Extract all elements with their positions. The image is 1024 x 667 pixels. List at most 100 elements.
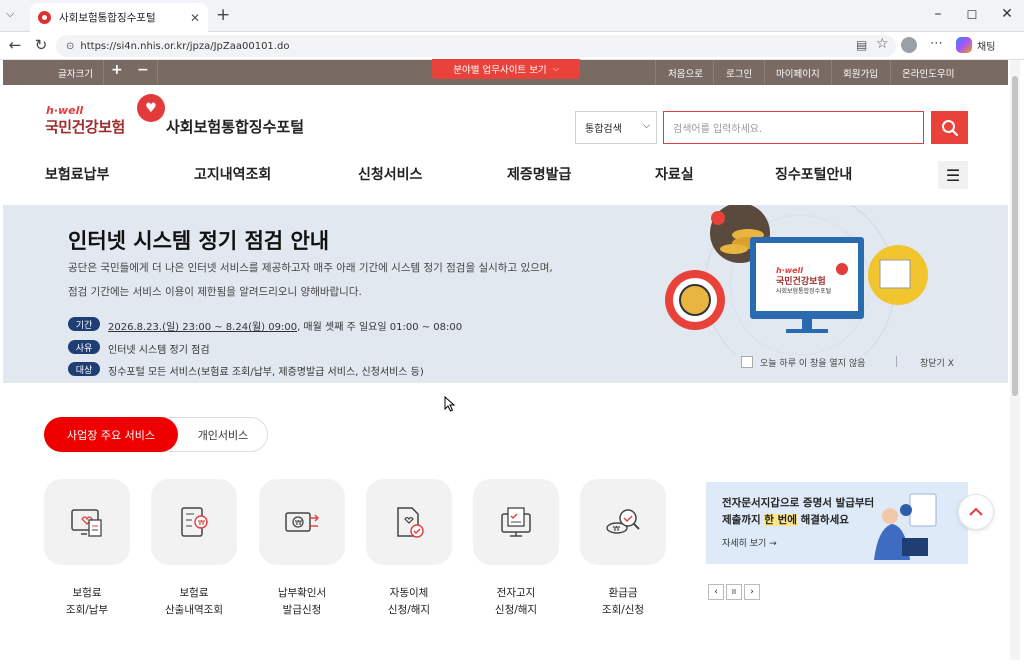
font-increase-button[interactable]: + [111, 62, 123, 78]
tab-list-chevron-icon[interactable]: ⌵ [6, 7, 14, 21]
url-field[interactable]: ⊙ https://si4n.nhis.or.kr/jpza/JpZaa0010… [56, 35, 896, 57]
banner-line2-c: 해결하세요 [796, 514, 849, 526]
util-link-signup[interactable]: 회원가입 [843, 66, 878, 80]
favorite-star-icon[interactable]: ☆ [876, 36, 889, 52]
monitor-document-icon [71, 509, 102, 537]
gnb-certificate[interactable]: 제증명발급 [507, 164, 571, 184]
banner-prev-button[interactable]: ‹ [708, 584, 724, 600]
util-link-login[interactable]: 로그인 [726, 66, 752, 80]
browser-tab[interactable]: 사회보험통합징수포털 ✕ [30, 3, 208, 32]
notice-title: 인터넷 시스템 정기 점검 안내 [68, 229, 330, 253]
chevron-up-icon [969, 507, 983, 516]
close-tab-icon[interactable]: ✕ [190, 11, 200, 25]
hamburger-menu-icon[interactable]: ☰ [938, 161, 968, 189]
gnb-notice-inquiry[interactable]: 고지내역조회 [194, 164, 271, 184]
banner-person-illustration [874, 493, 937, 560]
util-link-help[interactable]: 온라인도우미 [902, 66, 954, 80]
heart-logo-icon: ♥ [137, 94, 165, 122]
search-scope-select[interactable]: 통합검색 ⌵ [575, 111, 657, 144]
font-size-label: 글자크기 [58, 69, 93, 80]
service-label-line2: 조회/납부 [65, 604, 109, 616]
maximize-icon[interactable]: ☐ [962, 8, 982, 22]
chevron-down-icon: ⌵ [552, 64, 559, 73]
banner-line2-a: 제출까지 [722, 514, 765, 526]
gnb-resources[interactable]: 자료실 [655, 164, 694, 184]
no-show-today-checkbox[interactable] [741, 356, 753, 368]
banner-next-button[interactable]: › [744, 584, 760, 600]
util-link-mypage[interactable]: 마이페이지 [776, 66, 820, 80]
font-decrease-button[interactable]: − [137, 62, 149, 78]
service-label[interactable]: 자동이체 신청/해지 [354, 585, 464, 619]
gnb-payment[interactable]: 보험료납부 [45, 164, 109, 184]
chat-label[interactable]: 채팅 [977, 38, 995, 53]
gnb-application[interactable]: 신청서비스 [358, 164, 422, 184]
scrollbar-thumb[interactable] [1012, 76, 1018, 396]
util-link-home[interactable]: 처음으로 [668, 66, 703, 80]
banner-more-link[interactable]: 자세히 보기 → [722, 536, 777, 549]
service-label-line1: 보험료 [72, 587, 102, 599]
service-label-line1: 환급금 [608, 587, 638, 599]
tab-business-services[interactable]: 사업장 주요 서비스 [44, 417, 178, 452]
banner-highlight: 한 번에 [764, 514, 797, 526]
close-notice-button[interactable]: 창닫기 X [920, 356, 954, 369]
reload-icon[interactable]: ↻ [32, 36, 50, 54]
back-icon[interactable]: ← [6, 36, 24, 54]
gnb-portal-guide[interactable]: 징수포털안내 [775, 164, 852, 184]
badge-target: 대상 [68, 362, 100, 376]
chevron-down-icon: ⌵ [643, 121, 650, 131]
service-label[interactable]: 환급금조회/신청 [568, 585, 678, 619]
no-show-today-label[interactable]: 오늘 하루 이 창을 열지 않음 [760, 356, 865, 369]
business-sites-button[interactable]: 분야별 업무사이트 보기 ⌵ [432, 59, 580, 79]
search-placeholder: 검색어를 입력하세요. [673, 124, 763, 135]
service-auto-transfer[interactable] [366, 479, 452, 565]
service-premium-calc[interactable]: ₩ [151, 479, 237, 565]
service-refund[interactable]: ₩ [580, 479, 666, 565]
service-label-line2: 조회/신청 [601, 604, 645, 616]
profile-avatar[interactable] [901, 37, 917, 53]
divider [713, 60, 714, 85]
divider [157, 60, 158, 85]
refund-search-icon: ₩ [606, 509, 640, 534]
divider [764, 60, 765, 85]
receipt-won-icon: ₩ [181, 507, 208, 537]
service-label[interactable]: 보험료조회/납부 [32, 585, 142, 619]
search-scope-value: 통합검색 [585, 124, 622, 135]
service-premium-inquiry[interactable] [44, 479, 130, 565]
divider [831, 60, 832, 85]
tab-title: 사회보험통합징수포털 [59, 12, 156, 24]
banner-pause-button[interactable]: II [726, 584, 742, 600]
badge-period: 기간 [68, 317, 100, 331]
tab-personal-services[interactable]: 개인서비스 [178, 417, 268, 452]
portal-name[interactable]: 사회보험통합징수포털 [166, 116, 304, 137]
document-check-icon [397, 507, 424, 538]
banner-line1: 전자문서지갑으로 증명서 발급부터 [722, 497, 875, 509]
scroll-top-button[interactable] [958, 494, 994, 530]
service-label[interactable]: 보험료 산출내역조회 [139, 585, 249, 619]
new-tab-icon[interactable]: + [216, 5, 230, 25]
search-button[interactable] [931, 111, 968, 144]
service-label-line2: 신청/해지 [387, 604, 431, 616]
service-payment-confirm[interactable]: ₩ [259, 479, 345, 565]
service-label-line1: 보험료 [179, 587, 209, 599]
reader-icon[interactable]: ▤ [856, 38, 867, 52]
site-info-icon[interactable]: ⊙ [66, 41, 74, 52]
search-input[interactable]: 검색어를 입력하세요. [663, 111, 924, 144]
divider [103, 60, 104, 85]
monitor-portal: 사회보험통합징수포털 [776, 288, 832, 295]
divider [896, 356, 897, 367]
service-label[interactable]: 납부확인서 발급신청 [247, 585, 357, 619]
monitor-heart-icon [836, 263, 848, 275]
more-icon[interactable]: ⋯ [930, 36, 943, 51]
notice-period: 2026.8.23.(일) 23:00 ~ 8.24(월) 09:00, 매월 … [108, 318, 462, 333]
logo-org-name[interactable]: 국민건강보험 [45, 116, 125, 137]
close-window-icon[interactable]: ✕ [997, 6, 1017, 22]
minimize-icon[interactable]: – [928, 6, 948, 22]
service-label-line2: 신청/해지 [494, 604, 538, 616]
search-icon [941, 119, 958, 136]
service-e-notice[interactable] [473, 479, 559, 565]
business-sites-label: 분야별 업무사이트 보기 [453, 65, 547, 76]
badge-reason: 사유 [68, 340, 100, 354]
copilot-icon[interactable] [956, 37, 972, 53]
notice-desc: 공단은 국민들에게 더 나은 인터넷 서비스를 제공하고자 매주 아래 기간에 … [68, 262, 553, 274]
service-label[interactable]: 전자고지 신청/해지 [461, 585, 571, 619]
